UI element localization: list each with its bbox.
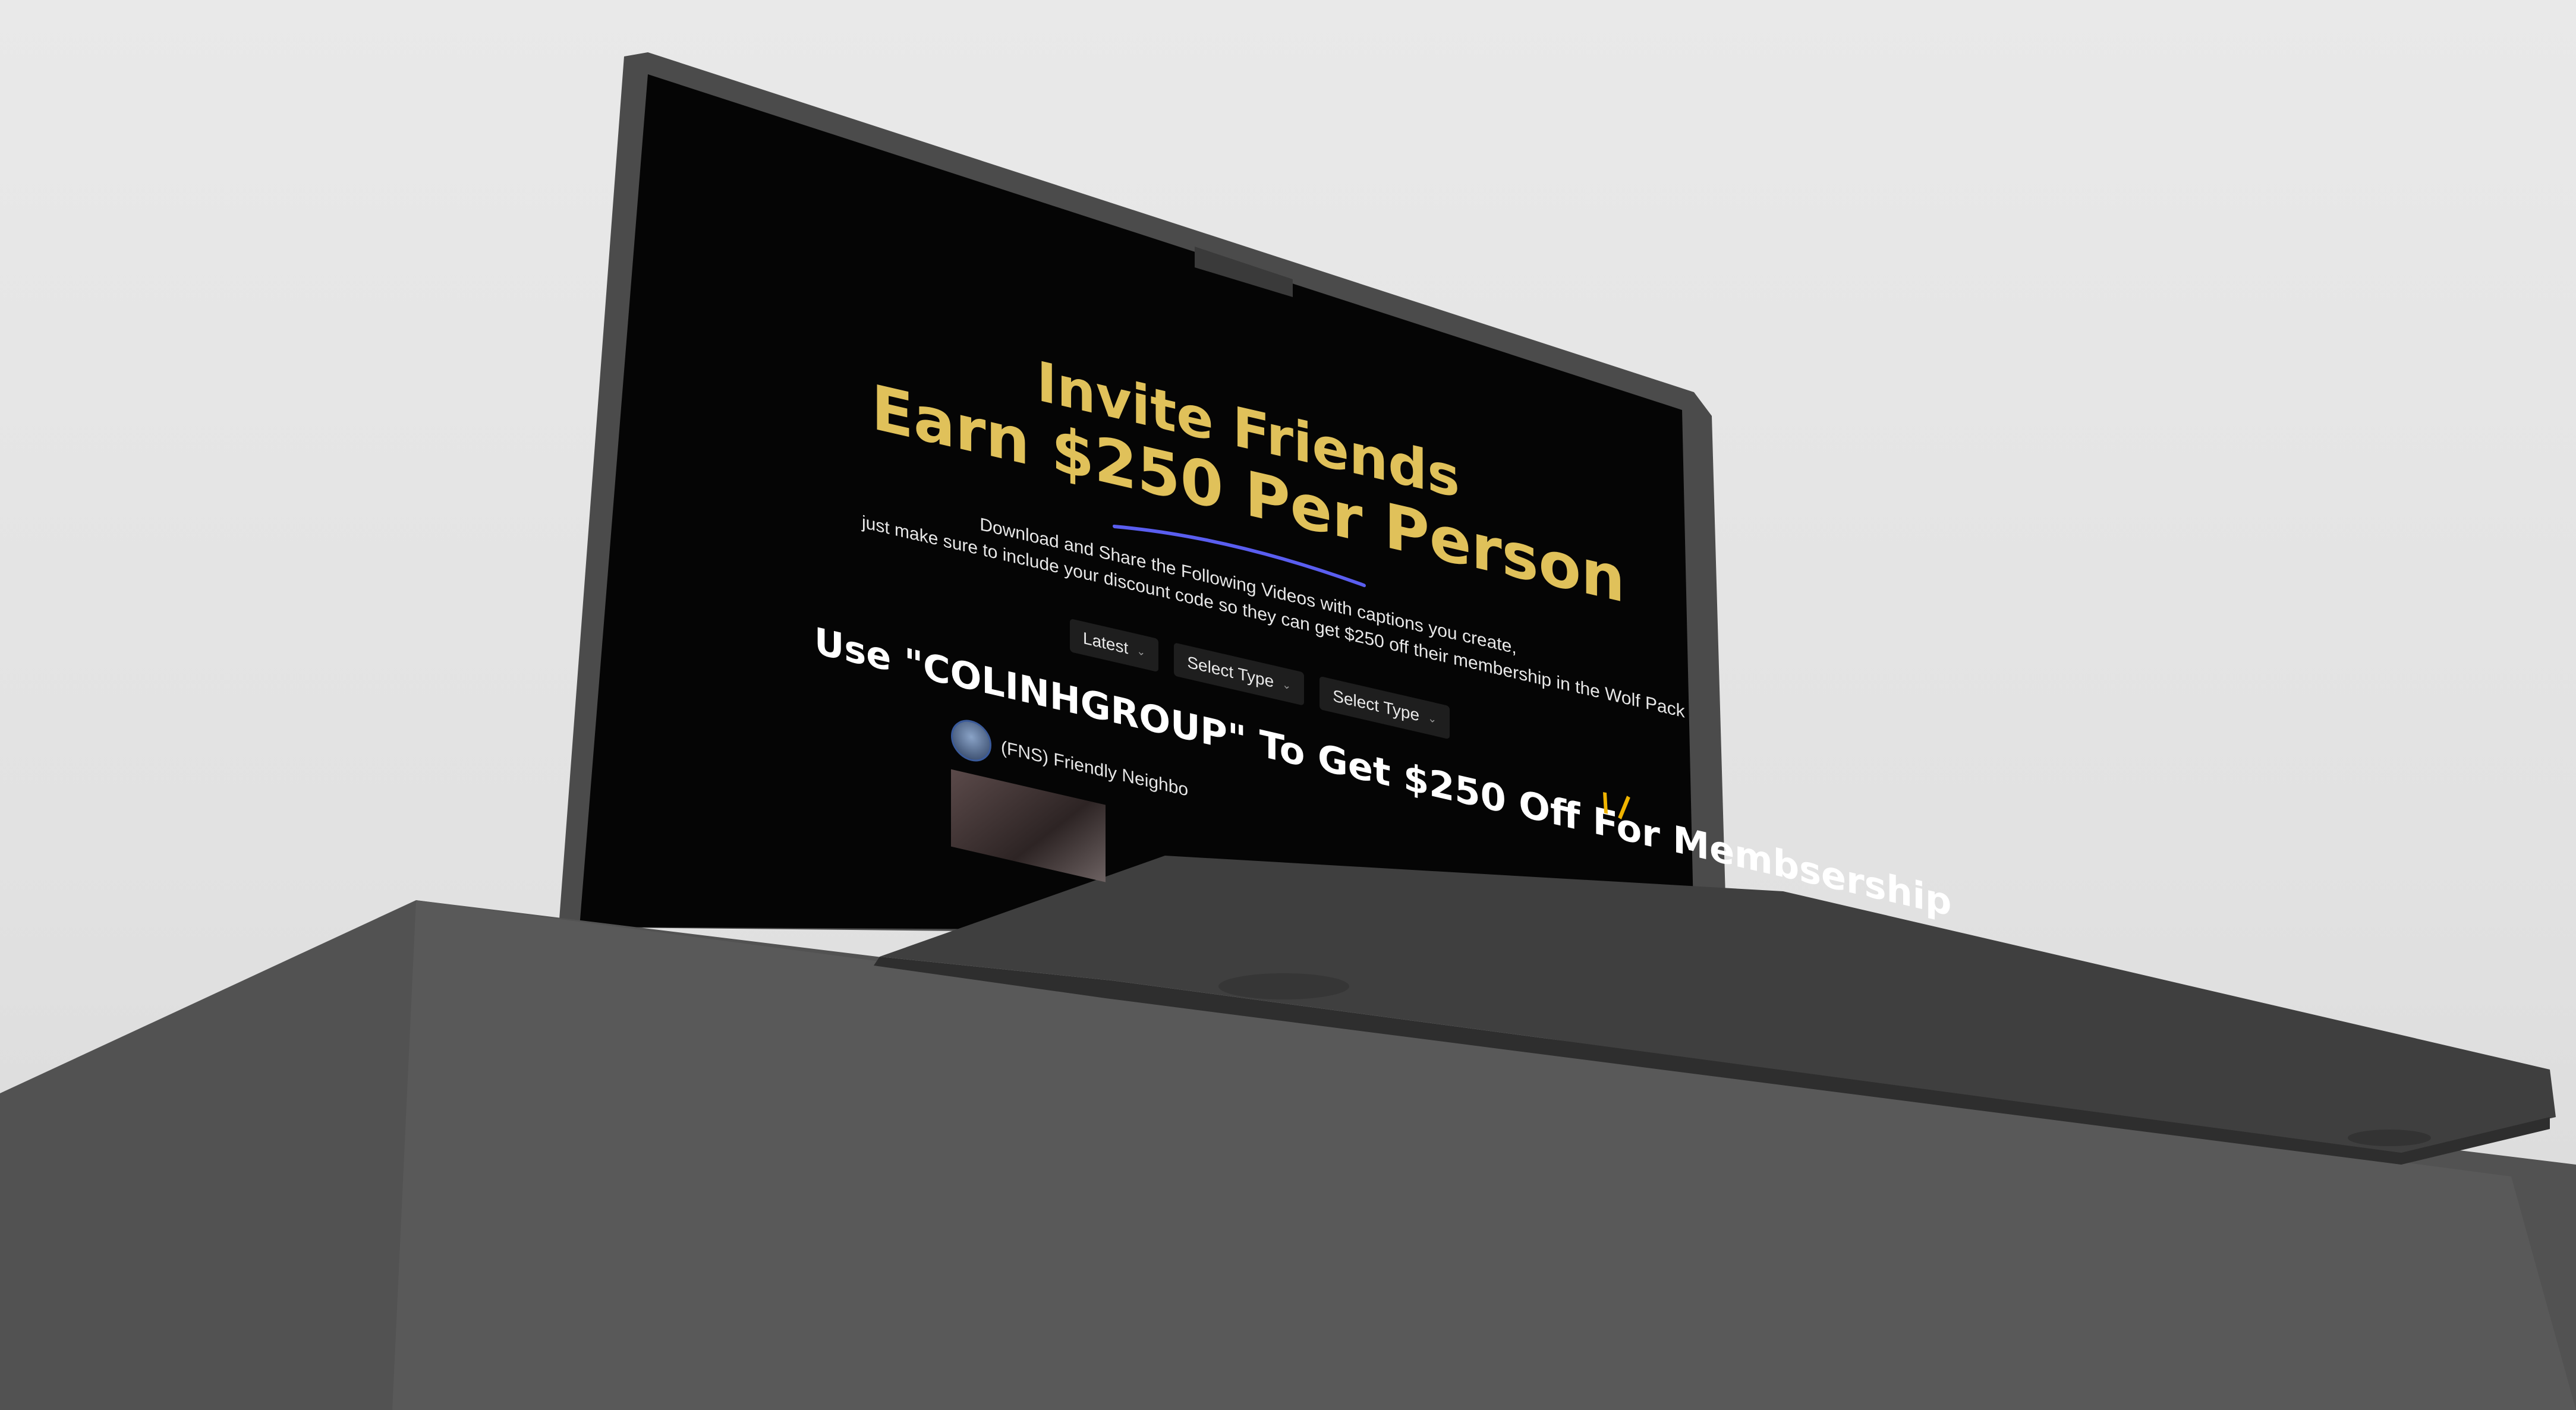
chevron-down-icon: ⌄ [1136, 644, 1146, 658]
laptop-foot [1218, 973, 1349, 999]
avatar [951, 715, 991, 766]
chevron-down-icon: ⌄ [1428, 711, 1437, 725]
type-dropdown[interactable]: Select Type ⌄ [1174, 642, 1305, 706]
sort-dropdown[interactable]: Latest ⌄ [1070, 618, 1159, 673]
laptop-foot [2348, 1130, 2431, 1146]
chevron-down-icon: ⌄ [1282, 677, 1292, 692]
scene: Invite Friends Earn $250 Per Person Down… [0, 0, 2576, 1410]
type-dropdown-label: Select Type [1333, 686, 1420, 725]
sort-dropdown-label: Latest [1083, 628, 1129, 658]
type-dropdown[interactable]: Select Type ⌄ [1320, 676, 1450, 740]
type-dropdown-label: Select Type [1187, 652, 1274, 692]
